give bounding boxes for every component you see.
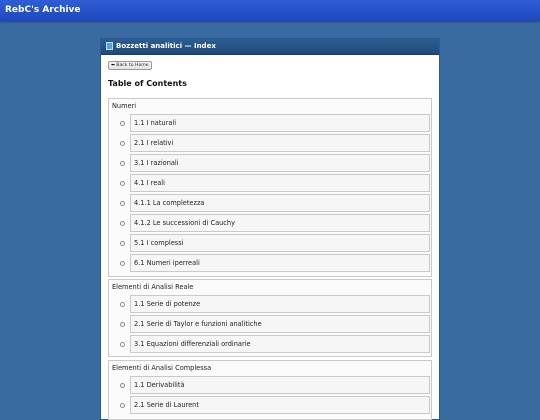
bullet-icon <box>120 181 125 186</box>
bullet-icon <box>120 141 125 146</box>
toc-item-label[interactable]: 1.1 Serie di potenze <box>134 300 200 308</box>
index-window: Bozzetti analitici — Index ⬅ Back to Hom… <box>100 38 440 420</box>
bullet-icon <box>120 161 125 166</box>
bullet-icon <box>120 342 125 347</box>
toc-item[interactable]: 1.1 Derivabilità <box>120 376 430 394</box>
window-header: Bozzetti analitici — Index <box>101 39 439 55</box>
bullet-icon <box>120 383 125 388</box>
bullet-icon <box>120 241 125 246</box>
book-icon <box>106 42 113 50</box>
back-to-home-button[interactable]: ⬅ Back to Home <box>108 61 152 70</box>
bullet-icon <box>120 261 125 266</box>
site-title[interactable]: RebC's Archive <box>5 4 81 16</box>
toc-item[interactable]: 4.1.1 La completezza <box>120 194 430 212</box>
toc-item[interactable]: 1.1 I naturali <box>120 114 430 132</box>
toc-item[interactable]: 3.1 I razionali <box>120 154 430 172</box>
toc-item-label[interactable]: 4.1.2 Le successioni di Cauchy <box>134 219 235 227</box>
bullet-icon <box>120 201 125 206</box>
toc-item-label[interactable]: 6.1 Numeri iperreali <box>134 259 200 267</box>
toc-item-label[interactable]: 2.1 I relativi <box>134 139 173 147</box>
toc-item[interactable]: 4.1 I reali <box>120 174 430 192</box>
window-title: Bozzetti analitici — Index <box>116 42 216 50</box>
toc-item-label[interactable]: 1.1 Derivabilità <box>134 381 185 389</box>
toc-item[interactable]: 1.1 Serie di potenze <box>120 295 430 313</box>
toc-item-label[interactable]: 4.1 I reali <box>134 179 165 187</box>
toc-item-label[interactable]: 2.1 Serie di Taylor e funzioni analitich… <box>134 320 262 328</box>
site-header: RebC's Archive <box>0 0 540 21</box>
bullet-icon <box>120 221 125 226</box>
section-title: Elementi di Analisi Complessa <box>112 364 212 372</box>
toc-section-analisi-reale: Elementi di Analisi Reale 1.1 Serie di p… <box>108 279 432 357</box>
toc-item[interactable]: 6.1 Numeri iperreali <box>120 254 430 272</box>
toc-item[interactable]: 4.1.2 Le successioni di Cauchy <box>120 214 430 232</box>
toc-title: Table of Contents <box>108 79 187 88</box>
toc-item-label[interactable]: 1.1 I naturali <box>134 119 176 127</box>
toc-section-analisi-complessa: Elementi di Analisi Complessa 1.1 Deriva… <box>108 360 432 420</box>
section-title: Elementi di Analisi Reale <box>112 283 194 291</box>
section-title: Numeri <box>112 102 137 110</box>
bullet-icon <box>120 403 125 408</box>
bullet-icon <box>120 121 125 126</box>
toc-section-numeri: Numeri 1.1 I naturali 2.1 I relativi 3.1… <box>108 98 432 277</box>
toc-item[interactable]: 3.1 Equazioni differenziali ordinarie <box>120 335 430 353</box>
toc-item-label[interactable]: 4.1.1 La completezza <box>134 199 204 207</box>
bullet-icon <box>120 322 125 327</box>
toc-item[interactable]: 2.1 Serie di Taylor e funzioni analitich… <box>120 315 430 333</box>
toc-item[interactable]: 2.1 Serie di Laurent <box>120 396 430 414</box>
toc-item[interactable]: 5.1 I complessi <box>120 234 430 252</box>
toc-item-label[interactable]: 2.1 Serie di Laurent <box>134 401 199 409</box>
toc-item-label[interactable]: 3.1 I razionali <box>134 159 179 167</box>
toc-item-label[interactable]: 5.1 I complessi <box>134 239 183 247</box>
toc-item[interactable]: 2.1 I relativi <box>120 134 430 152</box>
bullet-icon <box>120 302 125 307</box>
toc-item-label[interactable]: 3.1 Equazioni differenziali ordinarie <box>134 340 251 348</box>
